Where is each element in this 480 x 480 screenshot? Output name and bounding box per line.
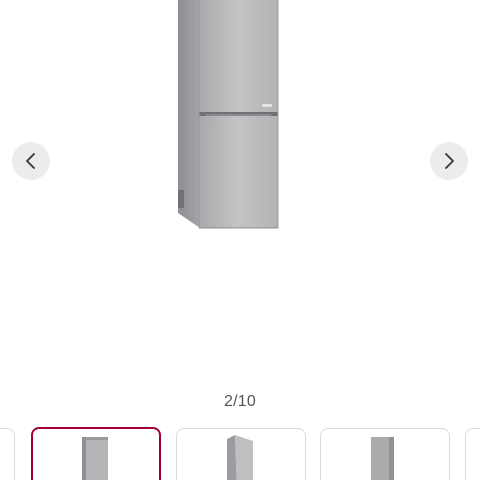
thumbnail-image (82, 437, 108, 480)
previous-image-button[interactable] (12, 142, 50, 180)
main-product-image (0, 0, 480, 385)
chevron-left-icon (26, 153, 35, 169)
thumbnail-strip (0, 427, 480, 480)
thumbnail-image (371, 437, 394, 480)
thumbnail-image (227, 435, 253, 480)
next-image-button[interactable] (430, 142, 468, 180)
thumbnail-4[interactable] (320, 428, 450, 480)
thumbnail-2[interactable] (31, 427, 161, 480)
thumbnail-1[interactable] (0, 428, 15, 480)
chevron-right-icon (445, 153, 454, 169)
image-counter: 2/10 (224, 393, 256, 410)
thumbnail-5[interactable] (465, 428, 480, 480)
thumbnail-3[interactable] (176, 428, 306, 480)
refrigerator-image (178, 0, 279, 229)
